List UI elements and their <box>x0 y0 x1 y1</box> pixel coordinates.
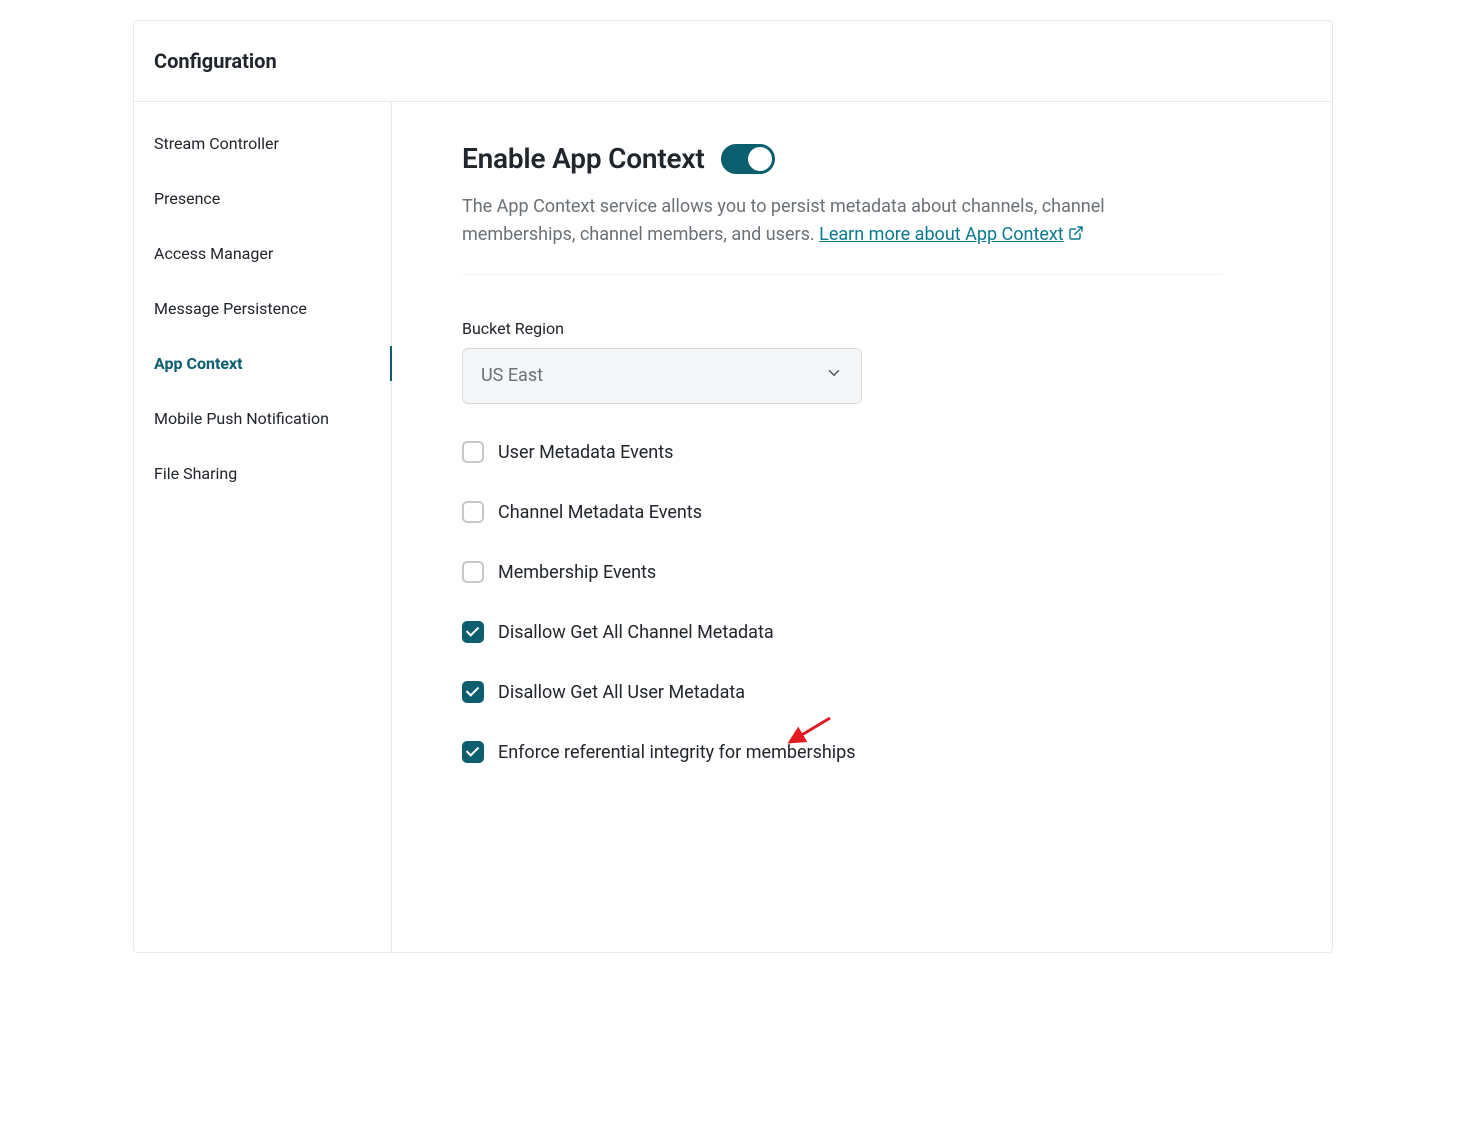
checkbox-row-disallow-get-all-channel-metadata: Disallow Get All Channel Metadata <box>462 620 902 646</box>
sidebar-item-app-context[interactable]: App Context <box>134 336 391 391</box>
sidebar-item-label: Mobile Push Notification <box>154 409 329 428</box>
checkbox-disallow-get-all-user-metadata[interactable] <box>462 681 484 703</box>
sidebar: Stream Controller Presence Access Manage… <box>134 102 392 952</box>
section-title: Enable App Context <box>462 142 705 175</box>
section-description: The App Context service allows you to pe… <box>462 193 1222 275</box>
checkbox-label: Channel Metadata Events <box>498 500 702 526</box>
checkbox-row-disallow-get-all-user-metadata: Disallow Get All User Metadata <box>462 680 902 706</box>
checkbox-label: Disallow Get All Channel Metadata <box>498 620 774 646</box>
sidebar-item-mobile-push-notification[interactable]: Mobile Push Notification <box>134 391 391 446</box>
checkbox-disallow-get-all-channel-metadata[interactable] <box>462 621 484 643</box>
bucket-region-field: Bucket Region US East <box>462 319 1272 404</box>
checkbox-label: Membership Events <box>498 560 656 586</box>
checkbox-label: Disallow Get All User Metadata <box>498 680 745 706</box>
content-area: Enable App Context The App Context servi… <box>392 102 1332 952</box>
checkbox-membership-events[interactable] <box>462 561 484 583</box>
sidebar-item-label: Access Manager <box>154 244 273 263</box>
checkbox-user-metadata-events[interactable] <box>462 441 484 463</box>
sidebar-item-label: Stream Controller <box>154 134 279 153</box>
chevron-down-icon <box>825 364 843 387</box>
sidebar-item-access-manager[interactable]: Access Manager <box>134 226 391 281</box>
sidebar-item-label: App Context <box>154 354 243 373</box>
toggle-knob <box>748 147 772 171</box>
checkbox-channel-metadata-events[interactable] <box>462 501 484 523</box>
checkbox-label: Enforce referential integrity for member… <box>498 740 856 766</box>
panel-title: Configuration <box>154 49 1312 73</box>
sidebar-item-file-sharing[interactable]: File Sharing <box>134 446 391 501</box>
configuration-panel: Configuration Stream Controller Presence… <box>133 20 1333 953</box>
sidebar-item-message-persistence[interactable]: Message Persistence <box>134 281 391 336</box>
checkbox-row-channel-metadata-events: Channel Metadata Events <box>462 500 902 526</box>
learn-more-link[interactable]: Learn more about App Context <box>819 224 1084 245</box>
sidebar-item-stream-controller[interactable]: Stream Controller <box>134 116 391 171</box>
checkbox-row-membership-events: Membership Events <box>462 560 902 586</box>
panel-header: Configuration <box>134 21 1332 102</box>
bucket-region-select[interactable]: US East <box>462 348 862 404</box>
bucket-region-selected: US East <box>481 365 543 386</box>
enable-app-context-toggle[interactable] <box>721 144 775 174</box>
bucket-region-label: Bucket Region <box>462 319 1272 338</box>
sidebar-item-presence[interactable]: Presence <box>134 171 391 226</box>
section-title-row: Enable App Context <box>462 142 1272 175</box>
checkbox-enforce-referential-integrity[interactable] <box>462 741 484 763</box>
external-link-icon <box>1068 222 1084 250</box>
checkbox-row-user-metadata-events: User Metadata Events <box>462 440 902 466</box>
sidebar-item-label: Message Persistence <box>154 299 307 318</box>
sidebar-item-label: Presence <box>154 189 220 208</box>
checkbox-row-enforce-referential-integrity: Enforce referential integrity for member… <box>462 740 902 766</box>
sidebar-item-label: File Sharing <box>154 464 237 483</box>
panel-body: Stream Controller Presence Access Manage… <box>134 102 1332 952</box>
checkbox-label: User Metadata Events <box>498 440 673 466</box>
